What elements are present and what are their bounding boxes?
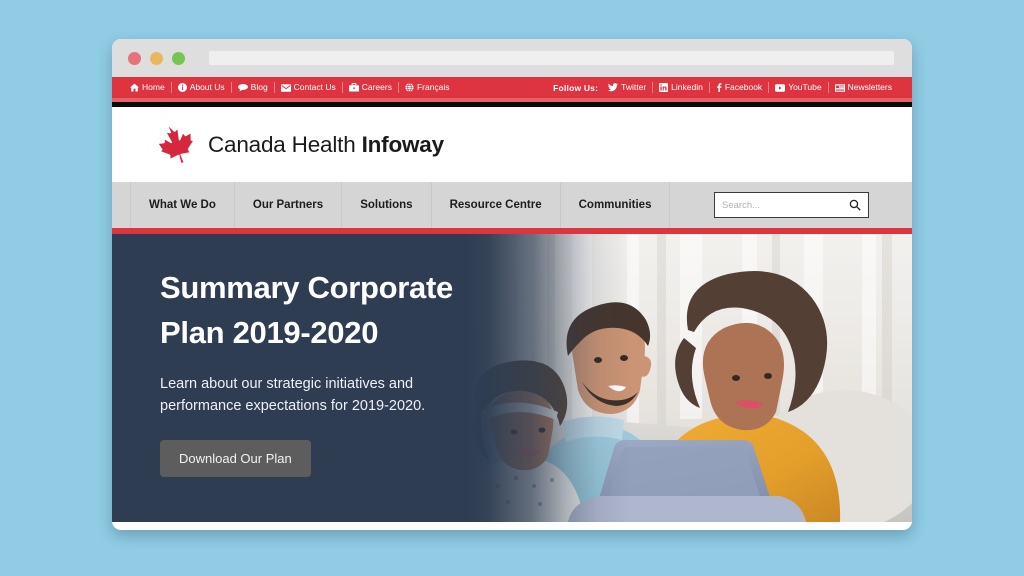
topbar-link-label: Français [416,82,450,92]
main-navigation: What We Do Our Partners Solutions Resour… [112,182,912,234]
info-circle-icon [177,83,187,92]
maple-leaf-icon [152,124,197,166]
linkedin-icon [659,83,669,92]
comment-icon [237,83,248,92]
browser-window: Home About Us Blog Contact Us Careers Fr… [112,39,912,530]
minimize-window-button[interactable] [150,51,163,65]
hero-subtitle: Learn about our strategic initiatives an… [160,373,453,418]
nav-item-label: What We Do [149,199,216,211]
download-our-plan-button[interactable]: Download Our Plan [160,439,311,477]
social-link-label: Newsletters [847,82,892,92]
search-box[interactable]: Search... [714,192,869,218]
youtube-icon [775,83,786,92]
search-input[interactable]: Search... [722,200,849,211]
hero-subtitle-line-1: Learn about our strategic initiatives an… [160,375,414,392]
maximize-window-button[interactable] [172,51,185,65]
social-link-newsletters[interactable]: Newsletters [829,82,898,93]
topbar-link-careers[interactable]: Careers [343,82,399,93]
logo-text-bold: Infoway [361,131,445,157]
logo-text-light: Canada Health [208,131,362,157]
search-area: Search... [714,182,912,228]
hero-content: Summary Corporate Plan 2019-2020 Learn a… [112,234,453,477]
topbar-link-francais[interactable]: Français [399,82,456,93]
social-link-label: Linkedin [671,82,703,92]
social-link-twitter[interactable]: Twitter [602,82,654,93]
hero-title-line-1: Summary Corporate [160,270,453,305]
hero-subtitle-line-2: performance expectations for 2019-2020. [160,398,426,415]
twitter-icon [608,83,619,92]
logo-wordmark: Canada Health Infoway [208,132,444,158]
browser-titlebar [112,39,912,77]
topbar-link-contact-us[interactable]: Contact Us [275,82,343,93]
topbar-link-home[interactable]: Home [130,82,172,93]
address-bar[interactable] [209,51,894,65]
utility-links: Home About Us Blog Contact Us Careers Fr… [130,82,456,93]
nav-item-label: Our Partners [252,199,324,211]
window-controls [128,51,185,65]
utility-topbar: Home About Us Blog Contact Us Careers Fr… [112,77,912,98]
facebook-icon [716,83,722,92]
envelope-icon [280,83,291,92]
hero-photo [412,234,912,522]
follow-us-label: Follow Us: [553,82,599,93]
social-link-linkedin[interactable]: Linkedin [653,82,710,93]
nav-item-communities[interactable]: Communities [561,182,671,228]
hero-banner: Summary Corporate Plan 2019-2020 Learn a… [112,234,912,522]
home-icon [130,83,139,92]
topbar-link-blog[interactable]: Blog [232,82,275,93]
briefcase-icon [348,83,359,92]
logo-link[interactable]: Canada Health Infoway [152,124,444,166]
topbar-link-about-us[interactable]: About Us [172,82,232,93]
nav-item-label: Resource Centre [449,199,542,211]
nav-left-pad [112,182,131,228]
logo-band: Canada Health Infoway [112,107,912,182]
close-window-button[interactable] [128,51,141,65]
search-icon[interactable] [849,199,861,211]
hero-photo-illustration [412,234,912,522]
topbar-link-label: Careers [361,82,392,92]
newsletter-icon [834,83,845,92]
social-link-facebook[interactable]: Facebook [710,82,770,93]
nav-item-our-partners[interactable]: Our Partners [235,182,343,228]
topbar-link-label: Blog [250,82,268,92]
hero-title: Summary Corporate Plan 2019-2020 [160,266,453,356]
social-link-label: Facebook [724,82,763,92]
social-link-label: YouTube [788,82,822,92]
nav-item-resource-centre[interactable]: Resource Centre [432,182,561,228]
topbar-link-label: About Us [189,82,225,92]
hero-title-line-2: Plan 2019-2020 [160,314,379,350]
nav-item-label: Communities [578,199,652,211]
nav-item-solutions[interactable]: Solutions [342,182,432,228]
globe-icon [405,83,414,92]
topbar-link-label: Home [142,82,165,92]
nav-item-what-we-do[interactable]: What We Do [131,182,235,228]
social-links: Follow Us: Twitter Linkedin Facebook You… [553,82,898,93]
social-link-youtube[interactable]: YouTube [769,82,829,93]
social-link-label: Twitter [621,82,647,92]
topbar-link-label: Contact Us [293,82,336,92]
nav-item-label: Solutions [360,199,413,211]
